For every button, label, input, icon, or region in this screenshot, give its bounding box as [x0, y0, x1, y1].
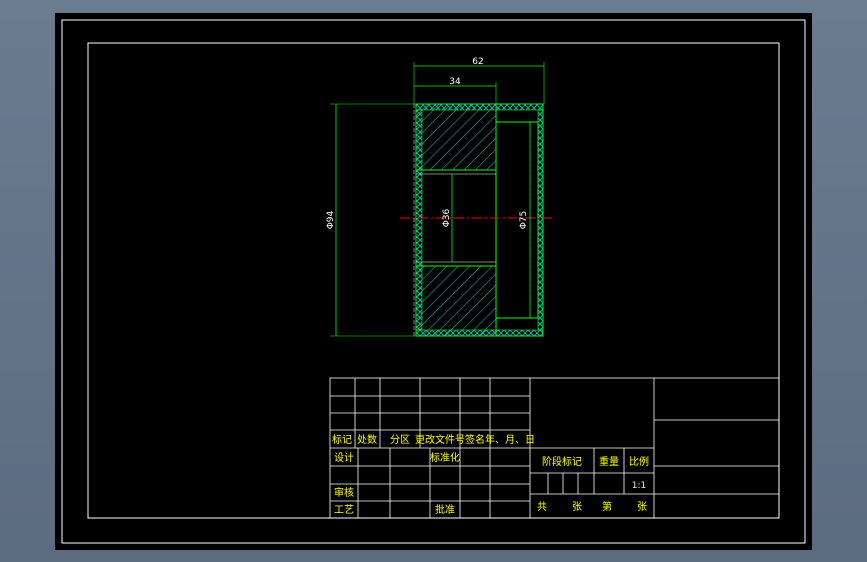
- right-strip: [537, 109, 544, 331]
- dim-overall-width: 62: [472, 57, 483, 67]
- label-page: 第: [602, 500, 612, 513]
- label-design: 设计: [334, 451, 354, 464]
- label-date: 年、月、日: [485, 433, 535, 446]
- label-change-doc: 更改文件号: [415, 433, 465, 446]
- label-zone: 分区: [390, 434, 410, 446]
- label-weight: 重量: [599, 455, 619, 468]
- upper-hub-section: [415, 103, 497, 171]
- scale-value: 1:1: [632, 481, 646, 491]
- dim-recess-diameter: Φ75: [519, 211, 529, 230]
- label-ratio: 比例: [629, 455, 649, 468]
- dim-bore-diameter: Φ36: [442, 208, 452, 227]
- label-sheet: 张: [637, 501, 647, 513]
- label-total: 共: [537, 501, 547, 513]
- label-approve: 批准: [435, 503, 455, 516]
- bottom-strip: [415, 329, 544, 337]
- label-sheets: 张: [572, 501, 582, 513]
- label-mark: 标记: [332, 434, 352, 446]
- lower-hub-section: [415, 265, 497, 337]
- label-standardization: 标准化: [430, 451, 460, 464]
- top-strip: [415, 103, 544, 111]
- dim-hub-width: 34: [449, 77, 461, 87]
- label-stage-mark: 阶段标记: [542, 455, 582, 468]
- label-review: 审核: [334, 486, 354, 499]
- left-strip: [415, 109, 423, 331]
- label-signature: 签名: [465, 433, 485, 446]
- cad-canvas: 62 34 Φ94 Φ36 Φ75 标记 处数 分区 更改文件号 签名 年、月、…: [55, 13, 812, 550]
- label-process: 工艺: [334, 504, 354, 516]
- dim-outer-diameter: Φ94: [326, 210, 336, 229]
- label-count: 处数: [357, 433, 377, 446]
